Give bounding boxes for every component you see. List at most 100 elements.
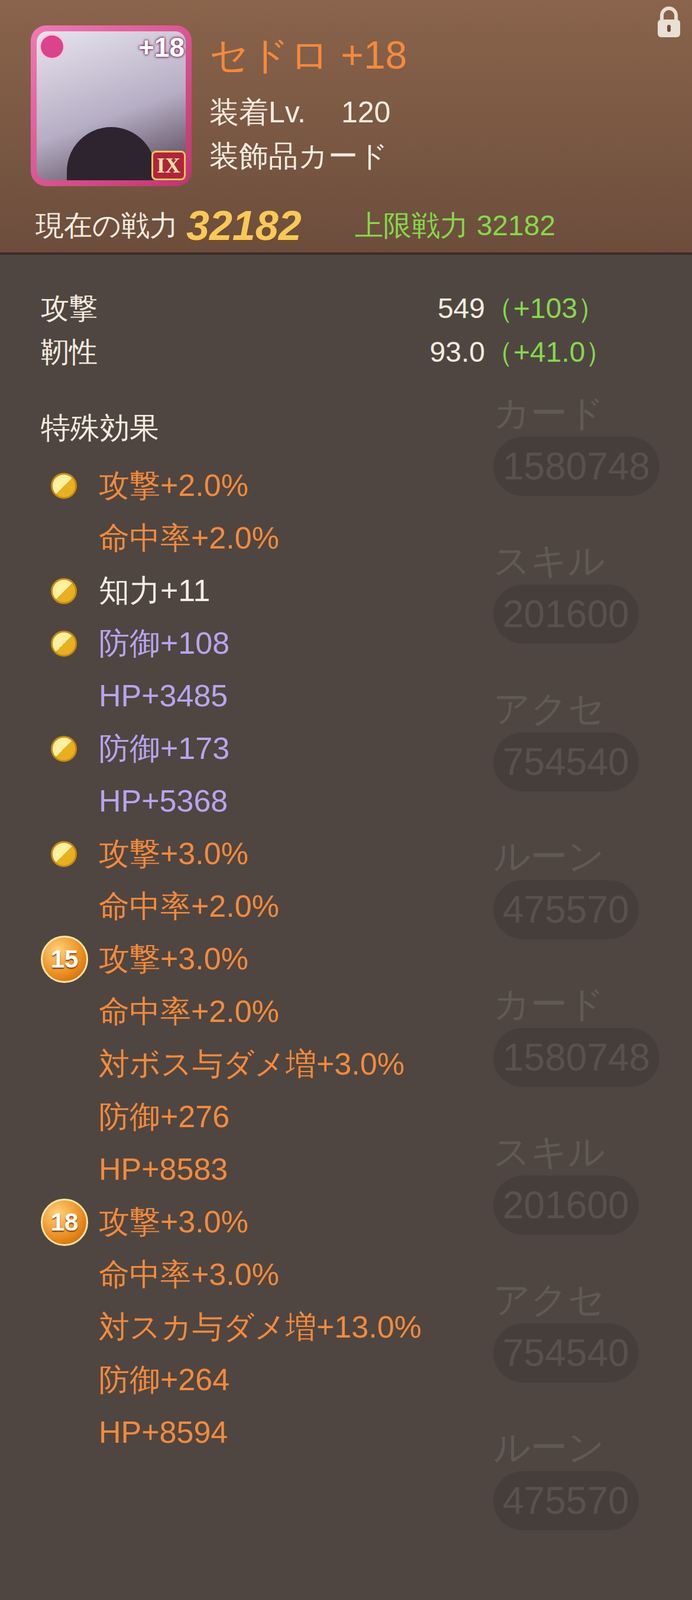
background-value: 201600: [493, 1176, 639, 1236]
special-line: 防御+173: [0, 722, 692, 776]
special-line: 命中率+2.0%: [0, 985, 692, 1039]
special-text: 対ボス与ダメ増+3.0%: [98, 1038, 405, 1092]
special-icon-cell: [0, 631, 99, 658]
card-emblem-icon: [39, 33, 66, 60]
power-label: 現在の戦力: [35, 205, 179, 247]
background-value: 754540: [493, 732, 639, 792]
special-line: 対スカ与ダメ増+13.0%: [0, 1301, 692, 1355]
equip-level-row: 装着Lv. 120: [209, 90, 407, 135]
card-name: セドロ +18: [209, 31, 407, 79]
special-text: 防御+108: [98, 617, 230, 671]
special-text: HP+8594: [98, 1407, 228, 1460]
special-text: HP+5368: [98, 775, 228, 829]
card-rank-badge: IX: [151, 150, 186, 181]
special-icon-cell: 18: [0, 1199, 99, 1247]
background-label: カード: [493, 389, 605, 438]
background-label: スキル: [493, 1129, 606, 1177]
special-group: 15攻撃+3.0%命中率+2.0%対ボス与ダメ増+3.0%防御+276HP+85…: [0, 933, 692, 1197]
stat-bonus: （+103）: [484, 287, 657, 331]
background-item: スキル201600: [493, 537, 660, 686]
special-line: 攻撃+3.0%: [0, 828, 692, 881]
background-item: カード1580748: [493, 389, 660, 538]
special-text: 命中率+2.0%: [98, 880, 280, 934]
background-item: ルーン475570: [493, 1424, 660, 1573]
stat-label: 攻撃: [40, 287, 438, 331]
background-value: 475570: [493, 880, 639, 940]
special-list: 攻撃+2.0%命中率+2.0%知力+11防御+108HP+3485防御+173H…: [0, 459, 692, 1460]
special-line: HP+8583: [0, 1143, 692, 1197]
special-group: 防御+173HP+5368: [0, 722, 692, 829]
special-text: 防御+276: [98, 1091, 230, 1144]
special-text: 命中率+2.0%: [98, 512, 280, 565]
special-line: 防御+276: [0, 1091, 692, 1144]
tier-badge: 15: [40, 936, 89, 984]
card-header: +18IX セドロ +18 装着Lv. 120装飾品カード現在の戦力32182 上限戦力…: [0, 0, 692, 255]
stats-list: 攻撃549（+103） 靭性93.0（+41.0）: [0, 254, 692, 375]
special-line: HP+5368: [0, 775, 692, 829]
special-title: 特殊効果: [0, 401, 692, 455]
special-text: HP+8583: [98, 1143, 228, 1197]
background-value: 754540: [493, 1324, 639, 1384]
special-line: 攻撃+2.0%: [0, 459, 692, 513]
special-text: 攻撃+3.0%: [98, 1196, 249, 1250]
equip-level-value: 120: [341, 90, 391, 135]
stat-bonus: （+41.0）: [484, 331, 657, 374]
max-power: 上限戦力32182: [354, 205, 556, 247]
special-line: 18攻撃+3.0%: [0, 1196, 692, 1250]
stat-label: 靭性: [40, 331, 430, 374]
coin-icon: [50, 578, 77, 605]
special-icon-cell: 15: [0, 936, 99, 984]
background-label: ルーン: [493, 1424, 605, 1473]
coin-icon: [50, 841, 77, 868]
background-value: 1580748: [493, 437, 660, 497]
card-text: セドロ +18 装着Lv. 120装飾品カード: [209, 25, 407, 187]
special-text: 攻撃+3.0%: [98, 933, 249, 986]
special-text: 知力+11: [98, 564, 210, 618]
coin-icon: [50, 631, 77, 658]
special-text: 命中率+3.0%: [98, 1249, 280, 1302]
stat-value: 93.0: [429, 331, 485, 374]
special-group: 防御+108HP+3485: [0, 617, 692, 723]
equip-level-label: 装着Lv.: [209, 90, 306, 135]
power-value: 32182: [186, 205, 302, 247]
special-group: 攻撃+2.0%命中率+2.0%: [0, 459, 692, 565]
special-text: HP+3485: [98, 670, 228, 723]
background-label: アクセ: [493, 685, 606, 733]
background-value: 201600: [493, 584, 639, 645]
special-icon-cell: [0, 841, 99, 868]
special-line: 命中率+2.0%: [0, 880, 692, 934]
special-text: 攻撃+3.0%: [98, 828, 249, 881]
background-list: カード1580748スキル201600アクセ754540ルーン475570カード…: [493, 389, 660, 1573]
background-value: 1580748: [493, 1028, 660, 1088]
lock-icon[interactable]: [654, 5, 684, 40]
portrait-figure-icon: [66, 127, 156, 181]
special-line: HP+3485: [0, 670, 692, 723]
special-line: 知力+11: [0, 564, 692, 618]
special-line: 防御+264: [0, 1354, 692, 1408]
coin-icon: [50, 473, 77, 500]
special-line: 対ボス与ダメ増+3.0%: [0, 1038, 692, 1092]
special-line: 15攻撃+3.0%: [0, 933, 692, 986]
background-label: カード: [493, 981, 605, 1029]
background-item: アクセ754540: [493, 685, 660, 834]
special-line: 命中率+2.0%: [0, 512, 692, 565]
max-power-label: 上限戦力: [354, 209, 469, 242]
power-row: 現在の戦力32182 上限戦力32182: [30, 205, 692, 247]
stat-value: 549: [437, 287, 485, 331]
card-portrait[interactable]: +18IX: [30, 25, 192, 187]
background-item: ルーン475570: [493, 833, 660, 982]
background-item: カード1580748: [493, 981, 660, 1130]
special-text: 命中率+2.0%: [98, 985, 280, 1039]
special-icon-cell: [0, 473, 99, 500]
special-group: 18攻撃+3.0%命中率+3.0%対スカ与ダメ増+13.0%防御+264HP+8…: [0, 1196, 692, 1460]
coin-icon: [50, 736, 77, 763]
background-label: アクセ: [493, 1276, 606, 1325]
background-item: スキル201600: [493, 1129, 660, 1277]
special-icon-cell: [0, 736, 99, 763]
background-label: ルーン: [493, 833, 605, 881]
special-text: 防御+173: [98, 722, 230, 776]
special-group: 攻撃+3.0%命中率+2.0%: [0, 828, 692, 934]
special-line: 防御+108: [0, 617, 692, 671]
card-type: 装飾品カード: [209, 134, 407, 179]
tier-badge: 18: [40, 1199, 89, 1247]
